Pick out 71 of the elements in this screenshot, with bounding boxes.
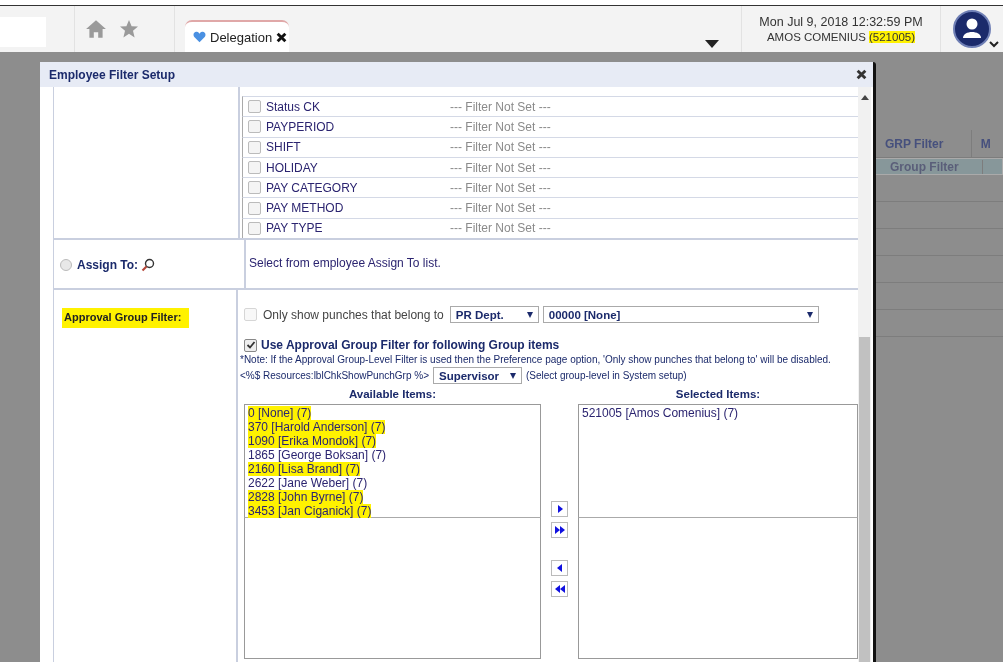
- checkbox[interactable]: [248, 221, 261, 235]
- list-item[interactable]: 1865 [George Boksan] (7): [248, 448, 387, 463]
- date-time: Mon Jul 9, 2018 12:32:59 PM: [759, 15, 923, 29]
- move-all-left-button[interactable]: [551, 581, 568, 598]
- checkbox[interactable]: [248, 100, 261, 114]
- scrollbar[interactable]: [858, 87, 871, 662]
- tab[interactable]: Delegation: [185, 20, 289, 52]
- filter-value: --- Filter Not Set ---: [450, 180, 551, 195]
- home-icon[interactable]: [85, 19, 107, 39]
- user-name: AMOS COMENIUS: [766, 31, 866, 43]
- caret-icon[interactable]: [705, 40, 719, 48]
- checkbox[interactable]: [248, 181, 261, 195]
- move-left-button[interactable]: [551, 560, 568, 577]
- approval-group-label: Approval Group Filter:: [62, 308, 190, 329]
- filter-value: --- Filter Not Set ---: [450, 140, 551, 155]
- user-id: (521005): [869, 31, 916, 43]
- resource-label: <%$ Resources:lblChkShowPunchGrp %>: [240, 370, 429, 382]
- search-icon[interactable]: [141, 258, 156, 273]
- table-cell: Group Filter: [881, 159, 983, 174]
- double-triangle-right-icon: [553, 525, 566, 536]
- move-right-button[interactable]: [551, 501, 568, 518]
- checkbox[interactable]: [248, 161, 261, 175]
- dialog-title: Employee Filter Setup: [49, 67, 176, 82]
- filter-label: Status CK: [266, 99, 322, 114]
- filter-value: --- Filter Not Set ---: [450, 99, 551, 114]
- filter-value: --- Filter Not Set ---: [450, 221, 551, 236]
- filter-label: HOLIDAY: [266, 160, 319, 175]
- checkbox[interactable]: [248, 120, 261, 134]
- filter-value: --- Filter Not Set ---: [450, 160, 551, 175]
- list-title: Available Items:: [347, 388, 438, 403]
- checkbox[interactable]: [248, 140, 261, 154]
- triangle-left-icon: [555, 563, 564, 574]
- move-all-right-button[interactable]: [551, 522, 568, 539]
- list-item[interactable]: 2828 [John Byrne] (7): [248, 490, 364, 505]
- star-icon[interactable]: [119, 19, 139, 39]
- heart-icon: [193, 31, 206, 43]
- list-item[interactable]: 3453 [Jan Ciganick] (7): [248, 504, 372, 519]
- checkbox-label: Only show punches that belong to: [263, 307, 444, 322]
- checkbox[interactable]: [244, 338, 257, 352]
- list-item[interactable]: 521005 [Amos Comenius] (7): [582, 406, 739, 421]
- caret-icon[interactable]: [989, 41, 999, 48]
- column-header: M: [979, 135, 992, 153]
- filter-label: PAYPERIOD: [266, 119, 336, 134]
- filter-label: SHIFT: [266, 140, 302, 155]
- filter-label: PAY CATEGORY: [266, 180, 359, 195]
- filter-value: --- Filter Not Set ---: [450, 119, 551, 134]
- avatar-icon[interactable]: [953, 10, 991, 48]
- list-item[interactable]: 0 [None] (7): [248, 406, 312, 421]
- filter-label: PAY TYPE: [266, 221, 324, 236]
- list-item[interactable]: 2622 [Jane Weber] (7): [248, 476, 368, 491]
- list-item[interactable]: 2160 [Lisa Brand] (7): [248, 462, 361, 477]
- list-item[interactable]: 370 [Harold Anderson] (7): [248, 420, 386, 435]
- assign-to-label: Assign To:: [77, 258, 139, 273]
- assign-to-description: Select from employee Assign To list.: [249, 256, 441, 271]
- triangle-right-icon: [555, 504, 564, 515]
- list-item[interactable]: 1090 [Erika Mondok] (7): [248, 434, 377, 449]
- close-icon[interactable]: [276, 31, 288, 43]
- level-dropdown[interactable]: Supervisor: [433, 367, 522, 385]
- hint-text: (Select group-level in System setup): [526, 370, 687, 382]
- selected-list[interactable]: 521005 [Amos Comenius] (7): [578, 404, 858, 519]
- filter-label: PAY METHOD: [266, 201, 345, 216]
- available-list[interactable]: 0 [None] (7) 370 [Harold Anderson] (7) 1090 [Erika Mondok] (7) 1865 [George Boksan] (7) 2160 [Lisa Brand] (7) 2622 [Jane Weber] (7) 2828 [John Byrne] (7) 3453 [Jan Ciganick] (7): [244, 404, 541, 519]
- scroll-up-icon[interactable]: [860, 95, 869, 100]
- radio-button[interactable]: [60, 259, 72, 272]
- close-icon[interactable]: [856, 69, 867, 80]
- note-text: *Note: If the Approval Group-Level Filter is used then the Preference page option, 'Only show punches that belong to' will be disabled.: [240, 354, 832, 366]
- checkbox-label: Use Approval Group Filter for following Group items: [261, 338, 560, 353]
- list-title: Selected Items:: [674, 388, 762, 403]
- double-triangle-left-icon: [553, 584, 566, 595]
- checkbox[interactable]: [248, 201, 261, 215]
- filter-value: --- Filter Not Set ---: [450, 201, 551, 216]
